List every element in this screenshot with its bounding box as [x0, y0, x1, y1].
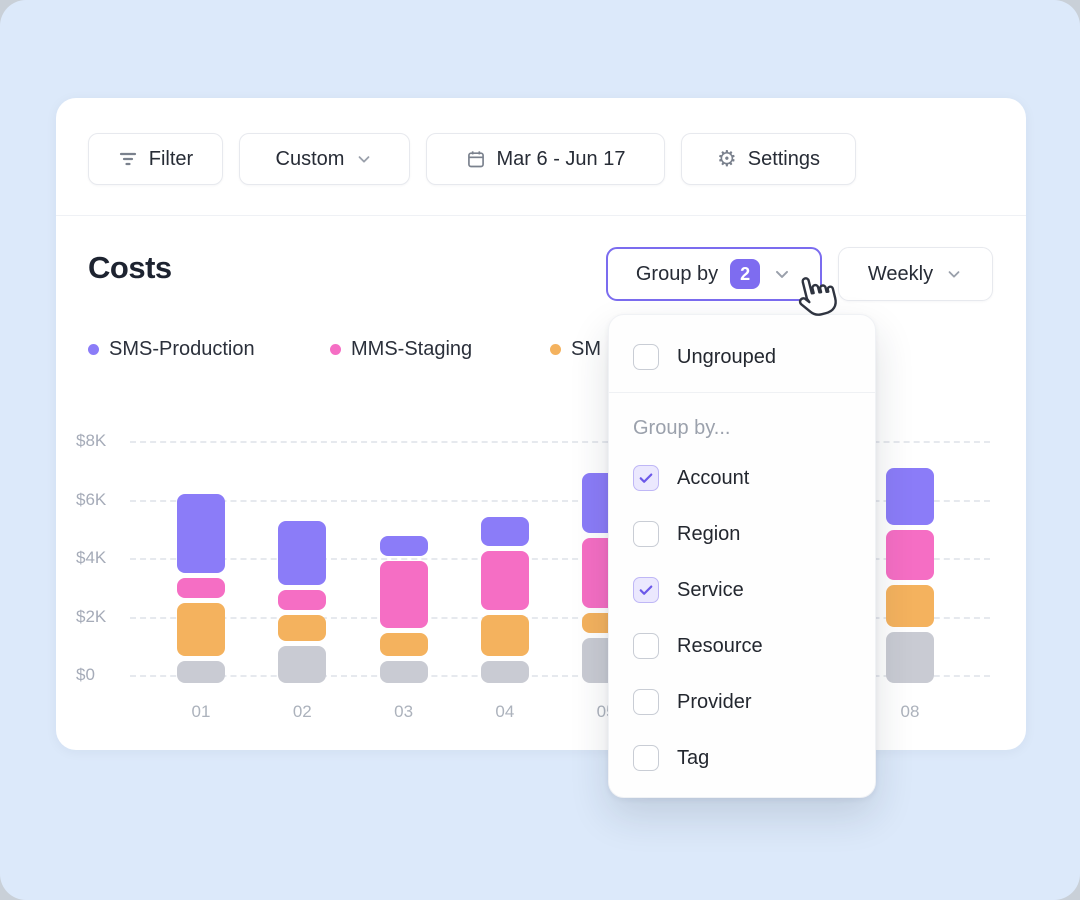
bar-segment[interactable] — [481, 661, 529, 683]
resource-checkbox[interactable] — [633, 633, 659, 659]
group-by-label: Group by — [636, 263, 718, 286]
legend-label: MMS-Staging — [351, 338, 472, 361]
cost-dashboard: Filter Custom Mar 6 - Jun 17 — [0, 0, 1080, 900]
x-axis-tick-label: 01 — [166, 702, 236, 722]
bar-segment[interactable] — [481, 615, 529, 656]
custom-range-dropdown[interactable]: Custom — [239, 133, 410, 185]
tag-checkbox[interactable] — [633, 745, 659, 771]
menu-item-label: Resource — [677, 635, 763, 658]
ungrouped-checkbox[interactable] — [633, 344, 659, 370]
bar-segment[interactable] — [380, 661, 428, 683]
page-title: Costs — [88, 250, 172, 286]
bar-segment[interactable] — [886, 632, 934, 683]
group-by-count-badge: 2 — [730, 259, 760, 289]
bar-segment[interactable] — [177, 661, 225, 683]
bar-segment[interactable] — [886, 585, 934, 627]
filter-lines-icon — [118, 149, 138, 169]
legend-dot-orange — [550, 344, 561, 355]
menu-item-label: Region — [677, 523, 740, 546]
chevron-down-icon — [355, 150, 373, 168]
legend-item-mms-staging[interactable]: MMS-Staging — [330, 338, 472, 361]
bar-segment[interactable] — [177, 603, 225, 656]
menu-item-resource[interactable]: Resource — [609, 618, 875, 674]
menu-section-label: Group by... — [633, 417, 875, 440]
check-icon — [637, 469, 655, 487]
account-checkbox[interactable] — [633, 465, 659, 491]
menu-item-label: Provider — [677, 691, 751, 714]
bar-segment[interactable] — [886, 530, 934, 580]
menu-item-label: Account — [677, 467, 749, 490]
toolbar-divider — [56, 215, 1026, 216]
bar-segment[interactable] — [886, 468, 934, 525]
legend-item-truncated[interactable]: SM — [550, 338, 601, 361]
group-by-options: Account Region Service Resource Provider Tag — [609, 450, 875, 786]
bar-segment[interactable] — [380, 633, 428, 656]
bar-segment[interactable] — [278, 646, 326, 683]
interval-label: Weekly — [868, 263, 933, 286]
filter-button[interactable]: Filter — [88, 133, 223, 185]
bar-segment[interactable] — [380, 536, 428, 556]
menu-item-provider[interactable]: Provider — [609, 674, 875, 730]
y-axis-tick-label: $2K — [76, 607, 122, 627]
y-axis-tick-label: $4K — [76, 548, 122, 568]
y-axis-tick-label: $6K — [76, 490, 122, 510]
bar-segment[interactable] — [177, 578, 225, 598]
legend-label: SMS-Production — [109, 338, 255, 361]
settings-button[interactable]: ⚙ Settings — [681, 133, 856, 185]
bar-segment[interactable] — [481, 517, 529, 546]
legend-dot-pink — [330, 344, 341, 355]
chevron-down-icon — [945, 265, 963, 283]
menu-item-tag[interactable]: Tag — [609, 730, 875, 786]
x-axis-tick-label: 02 — [267, 702, 337, 722]
bar-segment[interactable] — [278, 590, 326, 610]
ungrouped-label: Ungrouped — [677, 346, 776, 369]
menu-item-account[interactable]: Account — [609, 450, 875, 506]
y-axis-tick-label: $0 — [76, 665, 122, 685]
group-by-menu: Ungrouped Group by... Account Region Servi… — [608, 314, 876, 798]
provider-checkbox[interactable] — [633, 689, 659, 715]
filter-button-label: Filter — [149, 148, 193, 171]
x-axis-tick-label: 03 — [369, 702, 439, 722]
legend-item-sms-production[interactable]: SMS-Production — [88, 338, 255, 361]
y-axis-tick-label: $8K — [76, 431, 122, 451]
menu-item-label: Service — [677, 579, 744, 602]
bar-segment[interactable] — [380, 561, 428, 628]
date-range-label: Mar 6 - Jun 17 — [497, 148, 626, 171]
stacked-bar-chart: $8K$6K$4K$2K$00102030405060708 — [56, 98, 1026, 750]
bar-segment[interactable] — [278, 615, 326, 641]
calendar-icon — [466, 149, 486, 169]
legend-dot-purple — [88, 344, 99, 355]
service-checkbox[interactable] — [633, 577, 659, 603]
x-axis-tick-label: 04 — [470, 702, 540, 722]
toolbar: Filter Custom Mar 6 - Jun 17 — [88, 133, 856, 185]
date-range-button[interactable]: Mar 6 - Jun 17 — [426, 133, 665, 185]
bar-segment[interactable] — [177, 494, 225, 573]
menu-item-ungrouped[interactable]: Ungrouped — [609, 337, 875, 377]
region-checkbox[interactable] — [633, 521, 659, 547]
menu-item-region[interactable]: Region — [609, 506, 875, 562]
bar-segment[interactable] — [481, 551, 529, 610]
check-icon — [637, 581, 655, 599]
custom-dropdown-label: Custom — [276, 148, 345, 171]
settings-button-label: Settings — [748, 148, 820, 171]
bar-segment[interactable] — [278, 521, 326, 585]
menu-divider — [609, 392, 875, 393]
gear-icon: ⚙ — [717, 148, 737, 170]
menu-item-service[interactable]: Service — [609, 562, 875, 618]
menu-item-label: Tag — [677, 747, 709, 770]
legend-label: SM — [571, 338, 601, 361]
costs-card: Filter Custom Mar 6 - Jun 17 — [56, 98, 1026, 750]
x-axis-tick-label: 08 — [875, 702, 945, 722]
interval-dropdown-button[interactable]: Weekly — [838, 247, 993, 301]
